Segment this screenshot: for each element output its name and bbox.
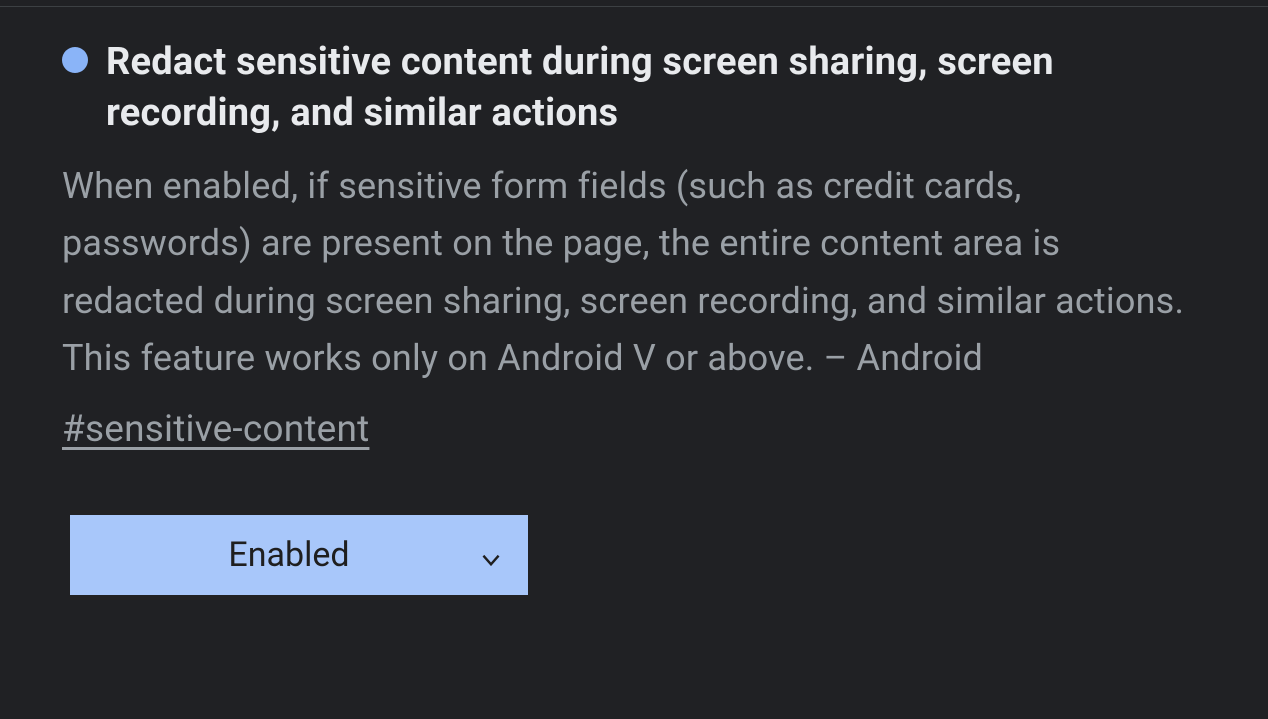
modified-indicator-dot-icon bbox=[62, 47, 88, 73]
dropdown-selected-label: Enabled bbox=[70, 535, 478, 575]
flag-title: Redact sensitive content during screen s… bbox=[106, 37, 1206, 140]
chevron-down-icon bbox=[478, 542, 504, 568]
flag-hash-link[interactable]: #sensitive-content bbox=[62, 408, 369, 451]
flag-state-dropdown[interactable]: Enabled bbox=[70, 515, 528, 595]
flag-title-row: Redact sensitive content during screen s… bbox=[62, 37, 1206, 140]
flag-description: When enabled, if sensitive form fields (… bbox=[62, 158, 1206, 388]
flag-entry: Redact sensitive content during screen s… bbox=[0, 6, 1268, 595]
